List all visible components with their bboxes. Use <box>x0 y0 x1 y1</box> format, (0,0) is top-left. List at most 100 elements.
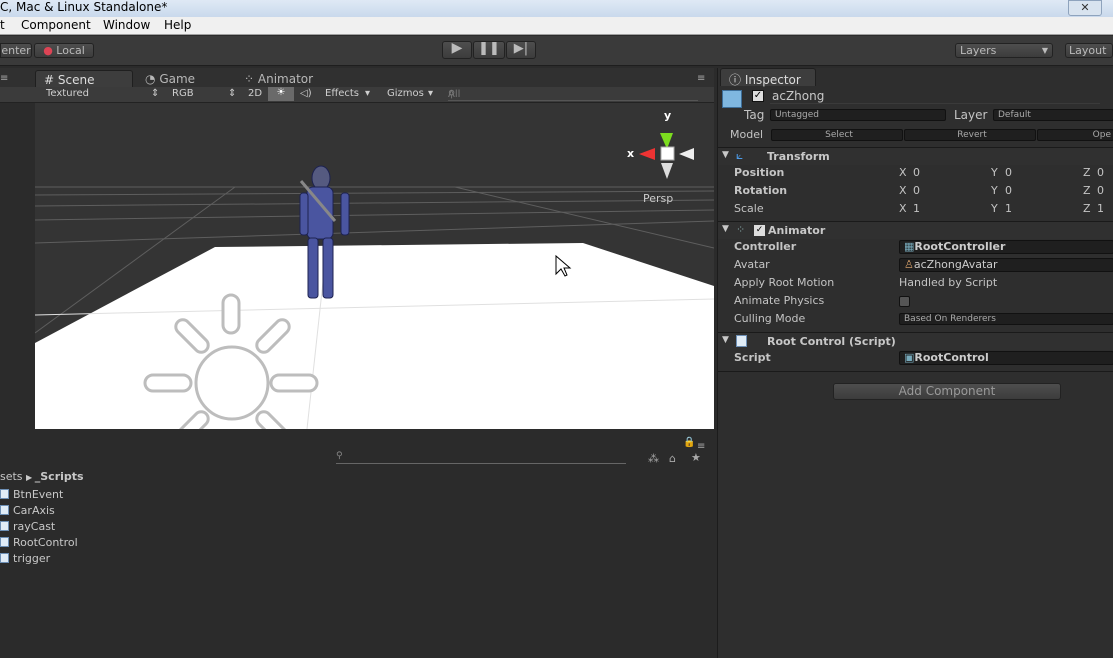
menu-item-component[interactable]: Component <box>21 18 91 32</box>
filter-type-icon[interactable]: ⁂ <box>648 452 659 465</box>
list-item[interactable]: CarAxis <box>0 504 55 517</box>
menu-item-edit[interactable]: t <box>0 18 5 32</box>
audio-toggle-icon[interactable]: ◁) <box>300 88 312 99</box>
scene-panel-menu-icon[interactable]: ≡ <box>697 73 705 84</box>
position-z-label: Z <box>1083 166 1091 179</box>
toggle-2d-button[interactable]: 2D <box>248 88 262 99</box>
search-icon: ⚲ <box>336 451 343 461</box>
tab-inspector[interactable]: ⓘ Inspector <box>720 68 816 87</box>
shading-chevron-icon: ⇕ <box>151 88 160 99</box>
script-field[interactable]: ▣RootControl <box>899 351 1113 365</box>
script-file-icon <box>0 521 9 531</box>
animate-physics-checkbox[interactable] <box>899 296 910 307</box>
layout-dropdown[interactable]: Layout <box>1065 43 1113 58</box>
animator-header[interactable]: ▼ ⁘ ✓ Animator <box>718 221 1113 239</box>
close-window-button[interactable]: ✕ <box>1068 0 1102 16</box>
menu-item-help[interactable]: Help <box>164 18 191 32</box>
rotation-y-label: Y <box>991 184 998 197</box>
pause-icon: ❚❚ <box>478 41 500 56</box>
list-item[interactable]: trigger <box>0 552 50 565</box>
foldout-icon: ▼ <box>722 224 729 234</box>
animator-enabled-checkbox[interactable]: ✓ <box>754 225 765 236</box>
panel-menu-icon[interactable]: ≡ <box>0 73 8 84</box>
ground-plane <box>35 243 714 429</box>
layer-label: Layer <box>954 108 988 122</box>
asset-name: CarAxis <box>13 504 55 517</box>
foldout-icon: ▼ <box>722 335 729 345</box>
object-name-field[interactable]: acZhong <box>770 89 1100 104</box>
root-control-title: Root Control (Script) <box>767 335 896 348</box>
favorite-star-icon[interactable]: ★ <box>691 451 701 464</box>
tab-animator[interactable]: ⁘ Animator <box>236 70 321 88</box>
position-y-field[interactable]: 0 <box>1005 166 1012 179</box>
rotation-y-field[interactable]: 0 <box>1005 184 1012 197</box>
scale-x-field[interactable]: 1 <box>913 202 920 215</box>
add-component-button[interactable]: Add Component <box>833 383 1061 400</box>
tab-scene[interactable]: # Scene <box>35 70 133 88</box>
apply-root-motion-value: Handled by Script <box>899 276 998 289</box>
scale-z-label: Z <box>1083 202 1091 215</box>
script-file-icon <box>0 489 9 499</box>
chevron-down-icon: ▼ <box>1041 46 1048 55</box>
gizmos-chevron-icon: ▾ <box>428 88 434 99</box>
scene-viewport[interactable]: y x Persp <box>35 103 714 429</box>
lock-icon[interactable]: 🔒 <box>683 437 695 448</box>
pivot-toggle[interactable]: enter <box>0 43 32 58</box>
asset-name: trigger <box>13 552 51 565</box>
list-item[interactable]: RootControl <box>0 536 78 549</box>
scene-search-input[interactable]: ⚲ All <box>448 88 698 101</box>
render-chevron-icon: ⇕ <box>228 88 237 99</box>
gizmos-dropdown[interactable]: Gizmos <box>387 88 424 99</box>
active-checkbox[interactable]: ✓ <box>752 90 764 102</box>
tag-dropdown[interactable]: Untagged <box>770 109 946 121</box>
avatar-field[interactable]: ♙acZhongAvatar <box>899 258 1113 272</box>
breadcrumb-folder[interactable]: _Scripts <box>35 470 84 483</box>
scene-view-bar: Textured ⇕ RGB ⇕ 2D ☀ ◁) Effects ▾ Gizmo… <box>0 87 714 103</box>
pacman-icon: ◔ <box>145 72 156 86</box>
lighting-toggle-icon[interactable]: ☀ <box>268 87 294 101</box>
globe-icon: ● <box>43 44 53 57</box>
step-button[interactable]: ▶| <box>506 41 536 59</box>
layers-label: Layers <box>960 44 997 57</box>
model-select-button[interactable]: Select <box>771 129 903 141</box>
list-item[interactable]: rayCast <box>0 520 55 533</box>
culling-mode-dropdown[interactable]: Based On Renderers <box>899 313 1113 325</box>
scene-render: y x Persp <box>35 109 714 429</box>
persp-label: Persp <box>643 192 673 205</box>
rotation-z-field[interactable]: 0 <box>1097 184 1104 197</box>
layer-dropdown[interactable]: Default <box>993 109 1113 121</box>
filter-label-icon[interactable]: ⌂ <box>669 452 676 465</box>
position-z-field[interactable]: 0 <box>1097 166 1104 179</box>
apply-root-motion-label: Apply Root Motion <box>734 276 835 289</box>
list-item[interactable]: BtnEvent <box>0 488 63 501</box>
model-open-button[interactable]: Ope <box>1037 129 1113 141</box>
animate-physics-label: Animate Physics <box>734 294 825 307</box>
breadcrumb: sets ▶ _Scripts <box>0 470 84 483</box>
scale-z-field[interactable]: 1 <box>1097 202 1104 215</box>
position-x-field[interactable]: 0 <box>913 166 920 179</box>
layers-dropdown[interactable]: Layers ▼ <box>955 43 1053 58</box>
menu-item-window[interactable]: Window <box>103 18 150 32</box>
breadcrumb-root[interactable]: sets <box>0 470 23 483</box>
scale-y-field[interactable]: 1 <box>1005 202 1012 215</box>
effects-dropdown[interactable]: Effects <box>325 88 359 99</box>
tab-game[interactable]: ◔ Game <box>137 70 203 88</box>
controller-field[interactable]: ▦RootController <box>899 240 1113 254</box>
asset-name: BtnEvent <box>13 488 64 501</box>
culling-mode-label: Culling Mode <box>734 312 806 325</box>
inspector-panel: ⓘ Inspector ✓ acZhong Tag Untagged Layer… <box>717 68 1113 658</box>
space-toggle[interactable]: ● Local <box>34 43 94 58</box>
render-mode-dropdown[interactable]: RGB <box>172 88 194 99</box>
script-file-icon <box>0 505 9 515</box>
root-control-header[interactable]: ▼ Root Control (Script) <box>718 332 1113 350</box>
avatar-value: acZhongAvatar <box>913 258 998 271</box>
shading-mode-dropdown[interactable]: Textured <box>46 88 89 99</box>
transform-header[interactable]: ▼ ⟀ Transform <box>718 147 1113 165</box>
rotation-x-field[interactable]: 0 <box>913 184 920 197</box>
script-label: Script <box>734 351 771 364</box>
project-search-input[interactable]: ⚲ <box>336 451 626 464</box>
play-button[interactable]: ▶ <box>442 41 472 59</box>
pause-button[interactable]: ❚❚ <box>473 41 505 59</box>
scale-y-label: Y <box>991 202 998 215</box>
model-revert-button[interactable]: Revert <box>904 129 1036 141</box>
